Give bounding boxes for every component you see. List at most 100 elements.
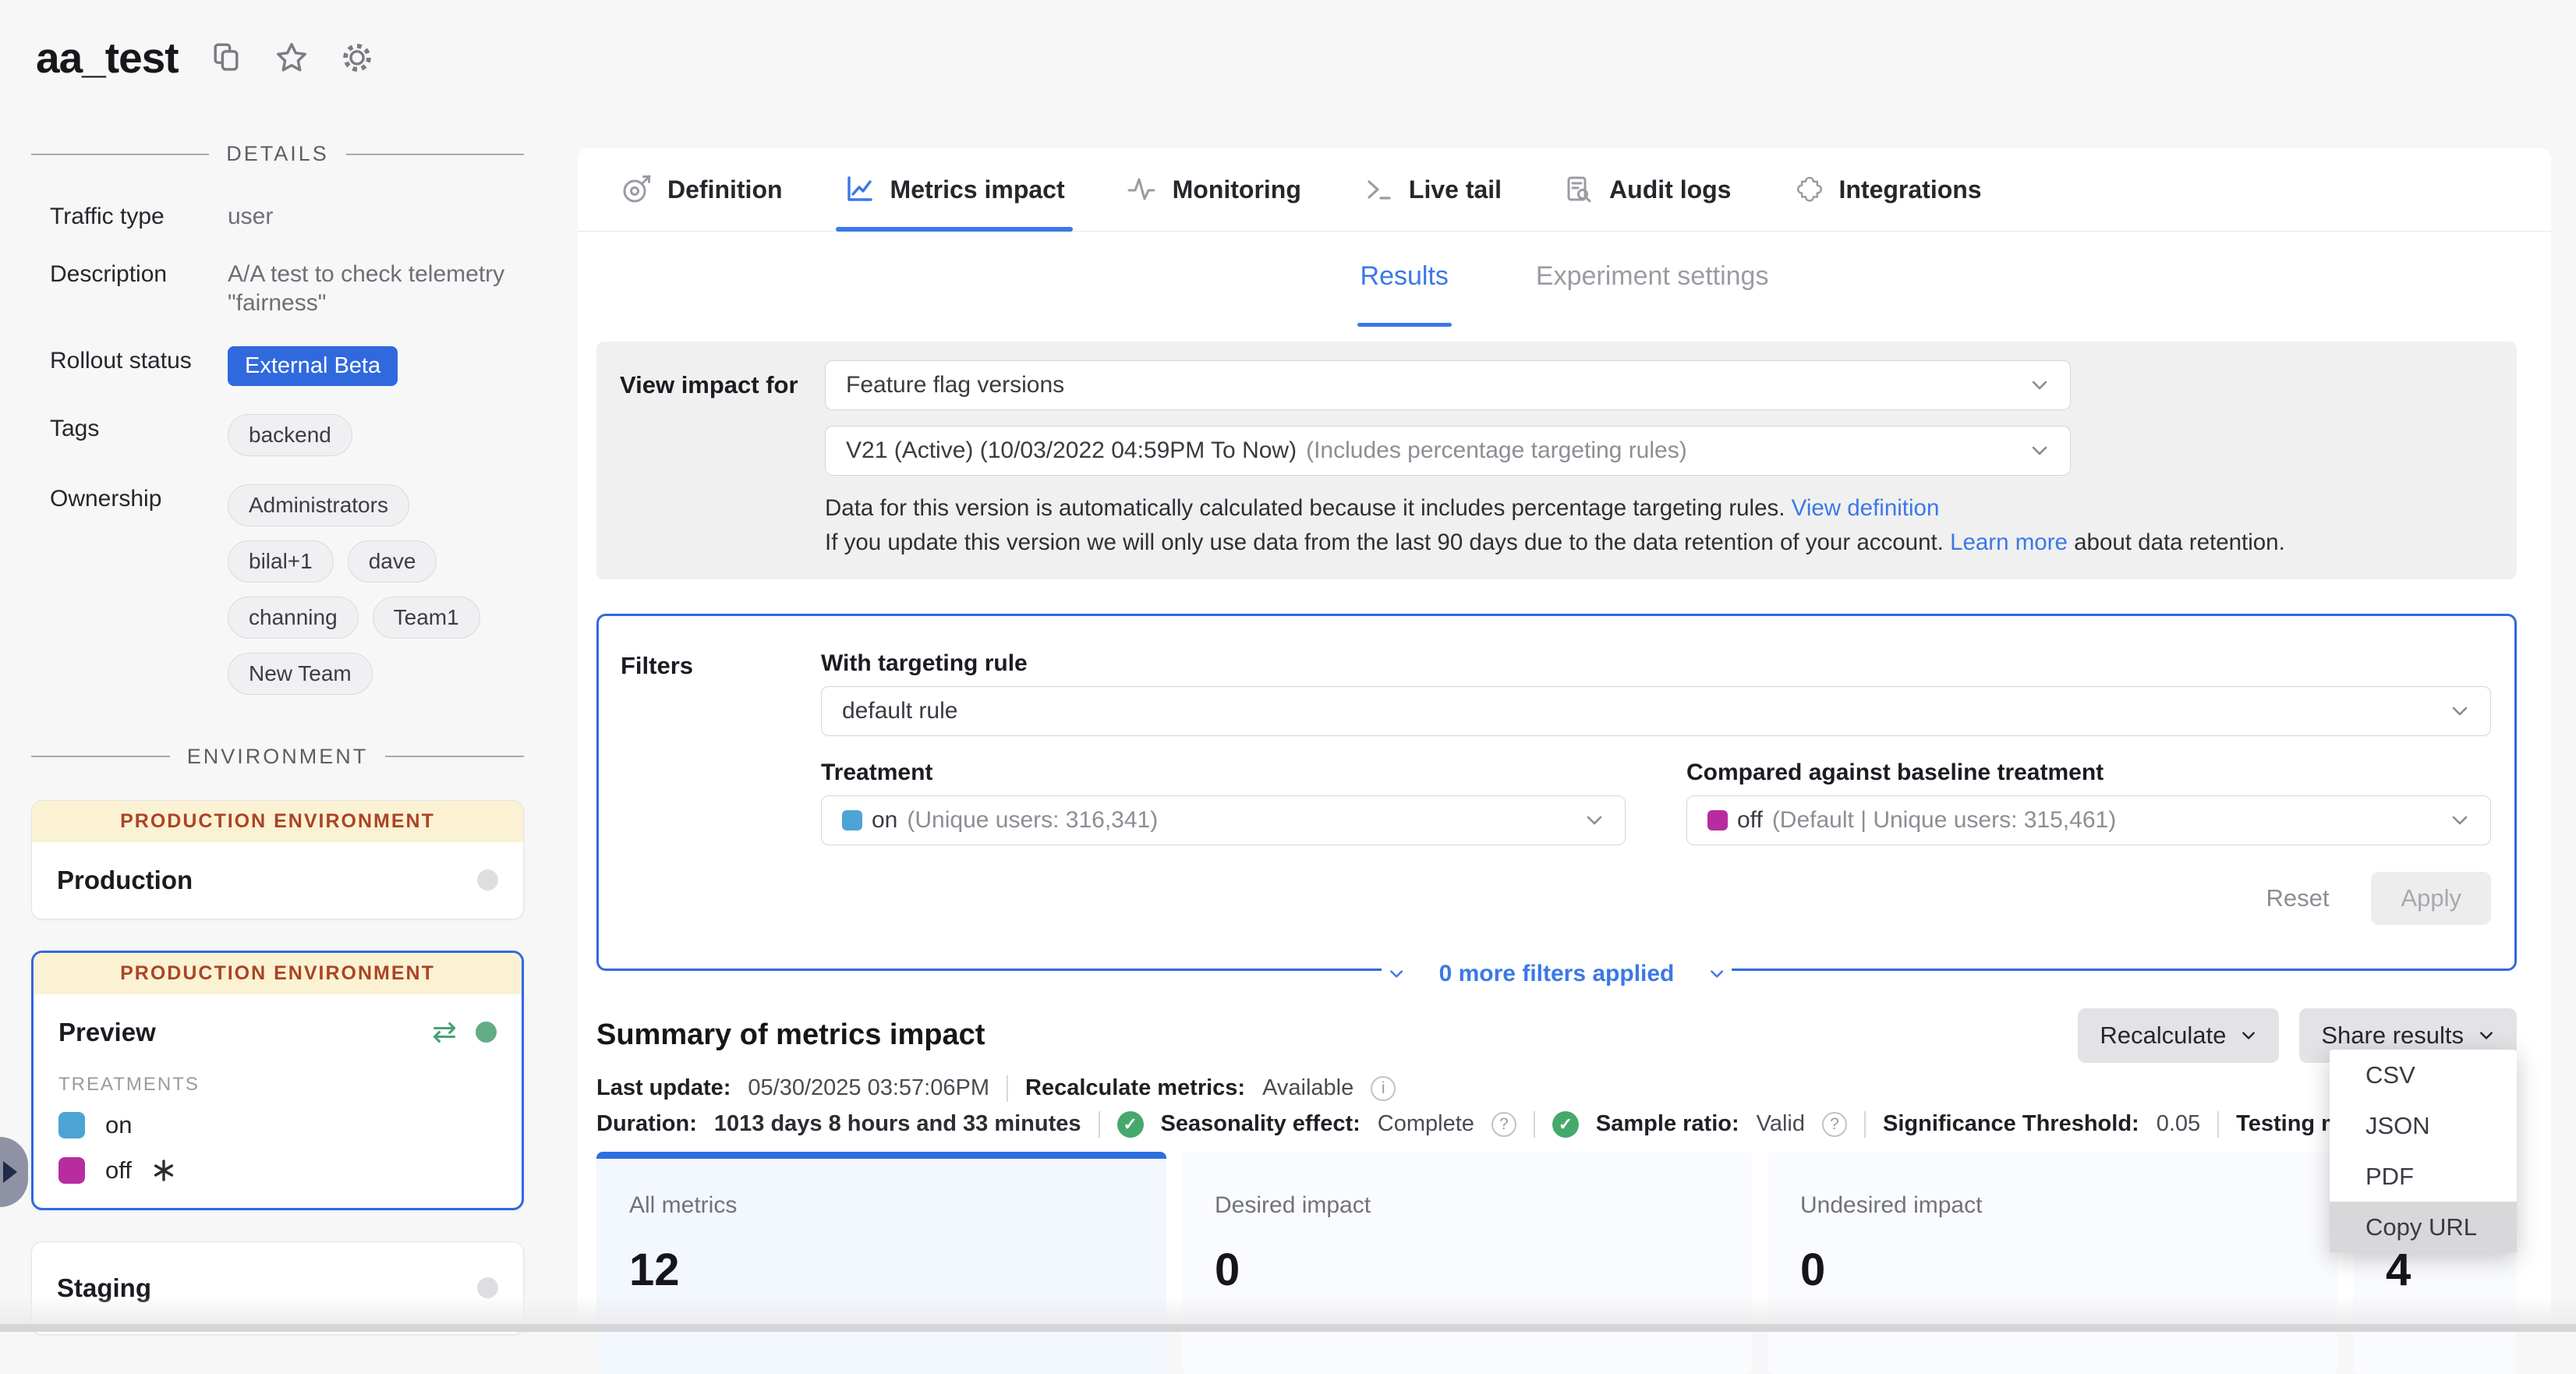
more-filters-toggle[interactable]: 0 more filters applied [1382, 961, 1732, 987]
metric-cards-row: All metrics 12 Desired impact 0 Undesire… [596, 1152, 2517, 1374]
env-card-preview[interactable]: PRODUCTION ENVIRONMENT Preview ⇄ TREATME… [31, 951, 524, 1210]
tab-label: Audit logs [1609, 175, 1731, 204]
menu-item-csv[interactable]: CSV [2330, 1050, 2517, 1100]
share-results-menu: CSV JSON PDF Copy URL [2330, 1050, 2517, 1252]
last-update-label: Last update: [596, 1075, 731, 1101]
details-grid: Traffic type user Description A/A test t… [50, 202, 524, 695]
owner-chip[interactable]: dave [348, 540, 437, 583]
tab-audit-logs[interactable]: Audit logs [1562, 148, 1731, 231]
chevron-down-icon [2029, 441, 2050, 461]
env-name-production: Production [57, 866, 193, 895]
sidebar: DETAILS Traffic type user Description A/… [31, 142, 524, 1335]
main-panel: Definition Metrics impact Monitoring [578, 148, 2551, 1332]
owner-chip[interactable]: Team1 [373, 597, 480, 639]
environment-section-header: ENVIRONMENT [31, 745, 524, 769]
version-info-text: Data for this version is automatically c… [825, 491, 2517, 561]
version-info-line2: If you update this version we will only … [825, 529, 1944, 555]
metric-card-value: 0 [1800, 1244, 2337, 1296]
environment-heading: ENVIRONMENT [187, 745, 369, 769]
metric-card-desired-impact[interactable]: Desired impact 0 [1182, 1152, 1752, 1374]
divider-line [346, 154, 524, 155]
question-icon[interactable]: ? [1491, 1112, 1516, 1137]
production-env-banner: PRODUCTION ENVIRONMENT [34, 953, 522, 994]
metric-card-undesired-impact[interactable]: Undesired impact 0 [1767, 1152, 2337, 1374]
last-update-value: 05/30/2025 03:57:06PM [748, 1075, 989, 1101]
check-circle-icon: ✓ [1552, 1111, 1579, 1138]
seasonality-label: Seasonality effect: [1161, 1111, 1361, 1137]
summary-header: Summary of metrics impact Recalculate Sh… [596, 1008, 2517, 1063]
version-info-line2-tail: about data retention. [2074, 529, 2285, 555]
line-chart-icon [844, 174, 875, 205]
chevron-down-icon [1388, 965, 1405, 983]
menu-item-json[interactable]: JSON [2330, 1100, 2517, 1151]
results-subtabs: Results Experiment settings [578, 261, 2551, 313]
significance-value: 0.05 [2157, 1111, 2200, 1137]
reset-button[interactable]: Reset [2266, 884, 2329, 912]
status-dot-gray [477, 869, 498, 891]
tag-chip[interactable]: backend [228, 414, 352, 456]
tags-label: Tags [50, 414, 228, 442]
owner-chip[interactable]: Administrators [228, 484, 409, 526]
tab-monitoring[interactable]: Monitoring [1126, 148, 1301, 231]
tab-label: Live tail [1409, 175, 1502, 204]
favorite-star-icon[interactable] [274, 40, 310, 76]
rollout-status-badge[interactable]: External Beta [228, 346, 398, 386]
view-impact-section: View impact for Feature flag versions V2… [596, 342, 2517, 579]
treatment-on-color-swatch [58, 1112, 85, 1139]
duration-value: 1013 days 8 hours and 33 minutes [714, 1111, 1081, 1137]
owner-chip[interactable]: channing [228, 597, 359, 639]
separator [2217, 1111, 2219, 1138]
targeting-rule-value: default rule [842, 698, 2450, 724]
tab-label: Integrations [1838, 175, 1981, 204]
tab-definition[interactable]: Definition [621, 148, 783, 231]
summary-stats-line2: Duration: 1013 days 8 hours and 33 minut… [596, 1111, 2517, 1138]
treatment-on-label: on [105, 1111, 132, 1139]
env-card-production[interactable]: PRODUCTION ENVIRONMENT Production [31, 800, 524, 919]
subtab-experiment-settings[interactable]: Experiment settings [1536, 261, 1769, 313]
tab-label: Metrics impact [890, 175, 1065, 204]
right-triangle-icon [3, 1161, 17, 1183]
treatment-off-color-swatch [1707, 810, 1728, 830]
question-icon[interactable]: ? [1822, 1112, 1847, 1137]
tab-metrics-impact[interactable]: Metrics impact [844, 148, 1065, 231]
subtab-results[interactable]: Results [1361, 261, 1449, 313]
treatment-select-value: on [872, 807, 897, 834]
owner-chip[interactable]: bilal+1 [228, 540, 334, 583]
recalculate-metrics-value: Available [1262, 1075, 1353, 1101]
version-type-select[interactable]: Feature flag versions [825, 360, 2071, 410]
treatment-select[interactable]: on (Unique users: 316,341) [821, 795, 1626, 845]
tab-integrations[interactable]: Integrations [1792, 148, 1981, 231]
treatments-list: on off [58, 1111, 522, 1185]
separator [1864, 1111, 1866, 1138]
view-definition-link[interactable]: View definition [1792, 495, 1940, 521]
metric-card-all-metrics[interactable]: All metrics 12 [596, 1152, 1166, 1374]
baseline-select[interactable]: off (Default | Unique users: 315,461) [1686, 795, 2491, 845]
owner-chip[interactable]: New Team [228, 653, 373, 695]
treatment-off-row: off [58, 1156, 522, 1185]
traffic-type-label: Traffic type [50, 202, 228, 230]
rollout-status-cell: External Beta [228, 346, 524, 386]
sync-arrows-icon: ⇄ [432, 1018, 457, 1047]
divider-line [31, 154, 209, 155]
menu-item-pdf[interactable]: PDF [2330, 1151, 2517, 1202]
menu-item-copy-url[interactable]: Copy URL [2330, 1202, 2517, 1252]
tab-live-tail[interactable]: Live tail [1362, 148, 1502, 231]
recalculate-button[interactable]: Recalculate [2078, 1008, 2279, 1063]
copy-icon[interactable] [208, 40, 244, 76]
target-icon [621, 174, 652, 205]
apply-button[interactable]: Apply [2371, 872, 2491, 925]
version-select[interactable]: V21 (Active) (10/03/2022 04:59PM To Now)… [825, 426, 2071, 476]
pulse-icon [1126, 174, 1157, 205]
details-heading: DETAILS [226, 142, 329, 166]
chevron-down-icon [2478, 1027, 2495, 1044]
separator [1007, 1075, 1008, 1102]
version-info-line1: Data for this version is automatically c… [825, 495, 1785, 521]
settings-gear-icon[interactable] [339, 40, 375, 76]
chevron-down-icon [2450, 810, 2470, 830]
targeting-rule-select[interactable]: default rule [821, 686, 2491, 736]
rollout-status-label: Rollout status [50, 346, 228, 374]
sidebar-collapse-handle[interactable] [0, 1137, 28, 1207]
chevron-down-icon [2240, 1027, 2257, 1044]
learn-more-link[interactable]: Learn more [1950, 529, 2068, 555]
sample-ratio-value: Valid [1757, 1111, 1805, 1137]
